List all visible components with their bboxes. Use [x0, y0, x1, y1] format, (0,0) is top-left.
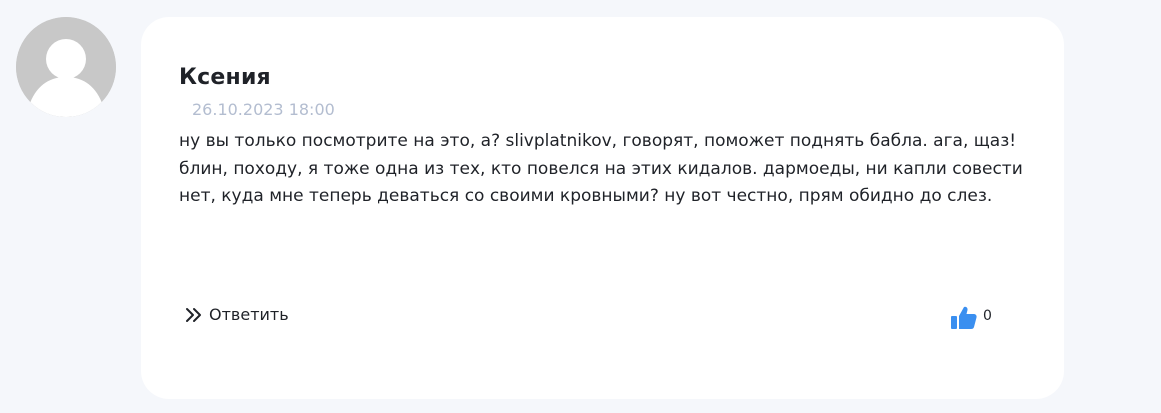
reply-button[interactable]: Ответить — [185, 305, 289, 324]
like-control: 0 — [950, 305, 992, 331]
comment-text: ну вы только посмотрите на это, а? slivp… — [179, 131, 1023, 206]
comment-author: Ксения — [179, 65, 271, 90]
avatar — [16, 17, 116, 117]
like-count: 0 — [983, 308, 992, 324]
reply-label: Ответить — [209, 305, 289, 324]
double-chevron-right-icon — [186, 307, 201, 322]
thumbs-up-icon[interactable] — [950, 305, 978, 331]
user-placeholder-icon — [16, 17, 116, 117]
comment-card: Ксения 26.10.2023 18:00 ну вы только пос… — [141, 17, 1064, 399]
comment-date: 26.10.2023 18:00 — [192, 100, 335, 119]
